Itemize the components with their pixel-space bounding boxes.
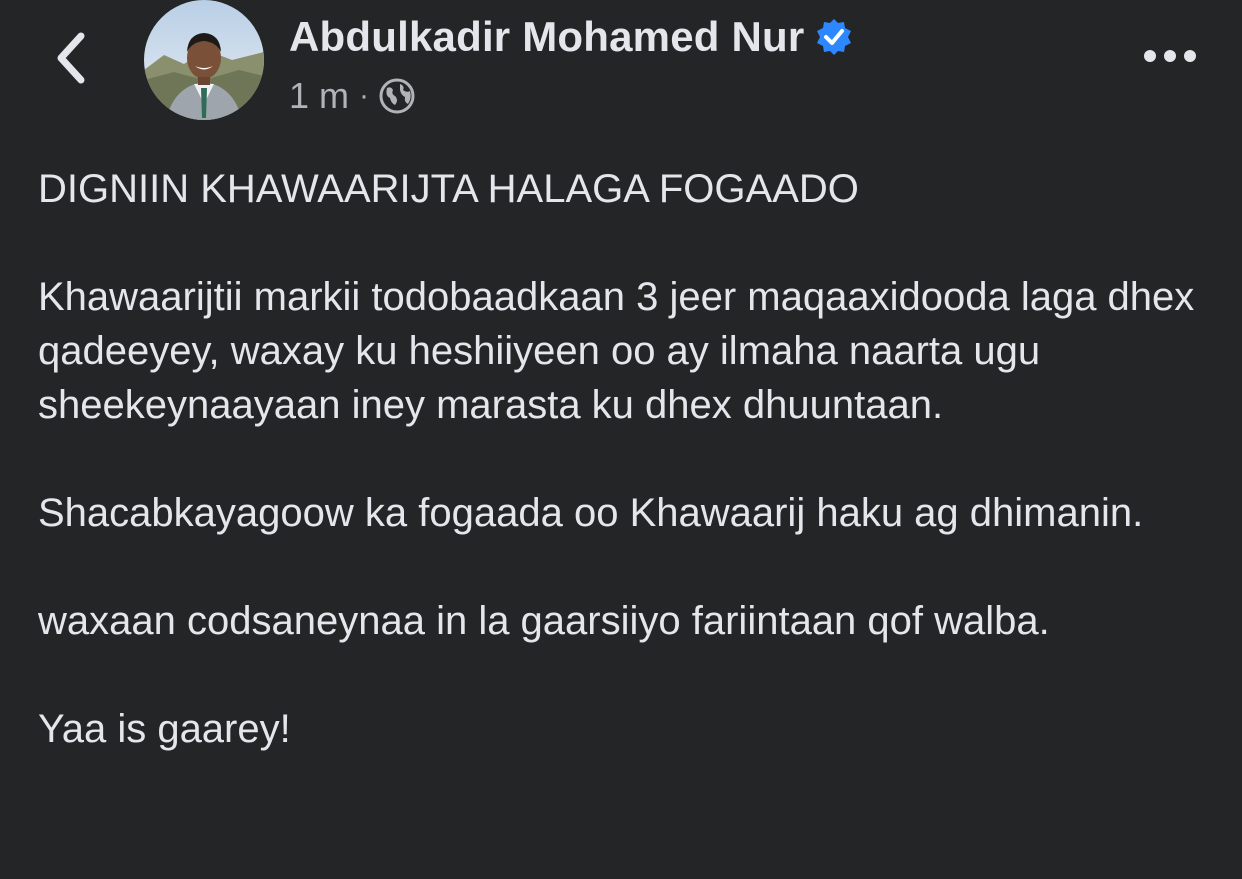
chevron-left-icon [57, 32, 85, 84]
more-horizontal-icon [1144, 50, 1196, 62]
author-row: Abdulkadir Mohamed Nur [289, 10, 854, 64]
post-paragraph: Khawaarijtii markii todobaadkaan 3 jeer … [38, 275, 1195, 427]
post-detail-screen: Abdulkadir Mohamed Nur 1 m · DIGNIIN KHA… [0, 0, 1242, 879]
post-meta: 1 m · [289, 74, 415, 118]
post-body: DIGNIIN KHAWAARIJTA HALAGA FOGAADO Khawa… [38, 162, 1218, 810]
verified-badge-icon [814, 17, 854, 57]
post-paragraph: Yaa is gaarey! [38, 707, 291, 751]
meta-separator: · [359, 79, 370, 112]
back-button[interactable] [48, 30, 92, 86]
avatar[interactable] [144, 0, 264, 120]
author-name[interactable]: Abdulkadir Mohamed Nur [289, 13, 804, 61]
post-paragraph: waxaan codsaneynaa in la gaarsiiyo farii… [38, 599, 1050, 643]
post-timestamp[interactable]: 1 m [289, 75, 349, 117]
more-options-button[interactable] [1138, 36, 1202, 76]
post-paragraph: Shacabkayagoow ka fogaada oo Khawaarij h… [38, 491, 1144, 535]
post-headline: DIGNIIN KHAWAARIJTA HALAGA FOGAADO [38, 167, 859, 211]
globe-icon[interactable] [379, 78, 415, 114]
